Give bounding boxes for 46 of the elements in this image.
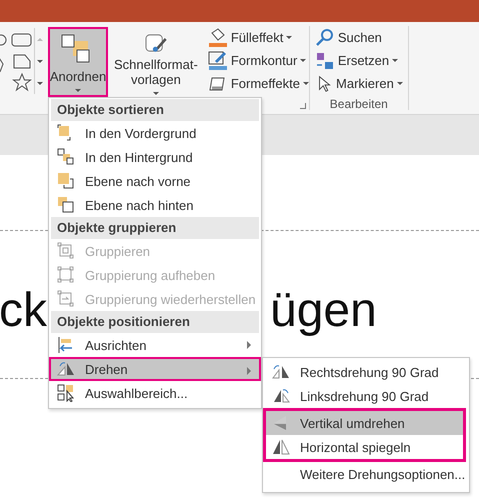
menu-item[interactable]: Drehen (49, 357, 261, 381)
menu-item-icon (57, 242, 75, 260)
menu-item[interactable]: In den Hintergrund (51, 145, 259, 169)
menu-item-icon (57, 196, 75, 214)
submenu-arrow-icon (247, 341, 251, 349)
menu-item: Gruppieren (51, 239, 259, 263)
ribbon-item[interactable]: Suchen (312, 26, 405, 49)
menu-section-heading: Objekte gruppieren (51, 217, 259, 239)
slide-title-text: ügen (270, 283, 377, 339)
menu-section-heading: Objekte sortieren (51, 99, 259, 121)
replace-icon (314, 50, 335, 70)
menu-item-icon (57, 360, 75, 378)
menu-item[interactable]: Ebene nach hinten (51, 193, 259, 217)
rotate-icon (272, 363, 290, 381)
menu-item-icon (57, 384, 75, 402)
menu-item: Gruppierung aufheben (51, 263, 259, 287)
bucket-icon (208, 28, 228, 48)
ribbon-item[interactable]: Ersetzen (312, 49, 405, 72)
menu-item[interactable]: Auswahlbereich... (51, 381, 259, 405)
menu-item[interactable]: In den Vordergrund (51, 121, 259, 145)
menu-item-icon (57, 290, 75, 308)
menu-item[interactable]: Linksdrehung 90 Grad (266, 384, 466, 408)
menu-item-icon (57, 266, 75, 284)
submenu-arrow-icon (247, 367, 251, 375)
dialog-launcher-icon[interactable] (300, 103, 306, 109)
menu-item[interactable]: Rechtsdrehung 90 Grad (266, 360, 466, 384)
more-icon[interactable] (37, 82, 43, 84)
rotate-icon (272, 438, 290, 456)
rotate-icon (272, 387, 290, 405)
menu-item[interactable]: Horizontal spiegeln (266, 435, 463, 459)
pen-icon (208, 50, 228, 70)
menu-item-icon (57, 336, 75, 354)
menu-item[interactable]: Weitere Drehungsoptionen... (266, 462, 466, 486)
scroll-down-icon[interactable] (37, 60, 43, 62)
arrange-button[interactable]: Anordnen (48, 27, 108, 97)
menu-item[interactable]: Ausrichten (51, 333, 259, 357)
ribbon-item[interactable]: Markieren (312, 72, 405, 95)
menu-item-icon (57, 172, 75, 190)
menu-item-icon (57, 148, 75, 166)
menu-section-heading: Objekte positionieren (51, 311, 259, 333)
menu-item: Gruppierung wiederherstellen (51, 287, 259, 311)
search-icon (314, 28, 335, 48)
slide-title-text: ck (0, 283, 47, 339)
menu-item[interactable]: Vertikal umdrehen (266, 411, 463, 435)
menu-item[interactable]: Ebene nach vorne (51, 169, 259, 193)
group-label: Bearbeiten (328, 97, 389, 111)
